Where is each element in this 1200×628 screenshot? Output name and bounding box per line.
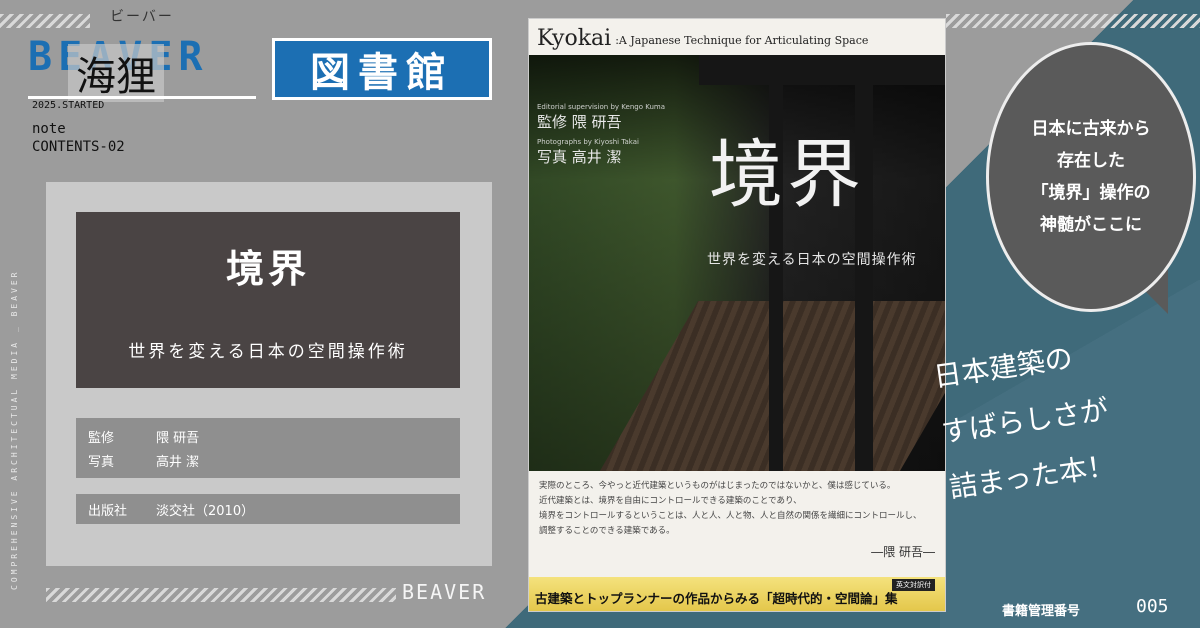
- bubble-line: 日本に古来から: [1031, 119, 1151, 139]
- title-box: 境界 世界を変える日本の空間操作術: [76, 212, 460, 388]
- quote-line: 調整することのできる建築である。: [539, 526, 675, 536]
- band-text: 古建築とトップランナーの作品からみる「超時代的・空間論」集: [535, 591, 898, 606]
- credit-value: 高井 潔: [156, 454, 200, 470]
- credits-table: 監修 隈 研吾 写真 高井 潔: [76, 418, 460, 478]
- logo-kanji: 海狸: [68, 44, 164, 102]
- band-tag: 英文対訳付: [892, 579, 935, 591]
- note-block: note CONTENTS-02: [32, 120, 125, 156]
- credit-label: 監修: [88, 430, 115, 446]
- credit-value: 隈 研吾: [156, 430, 200, 446]
- bubble-line: 神髄がここに: [1040, 215, 1142, 235]
- quote-line: 実際のところ、今やっと近代建築というものがはじまったのではないかと、僕は感じてい…: [539, 481, 896, 491]
- management-label: 書籍管理番号: [1002, 604, 1081, 619]
- stripe-decoration-top-left: [0, 14, 90, 28]
- credit-label: 写真: [88, 454, 115, 470]
- note-label: note: [32, 121, 66, 137]
- stripe-decoration-top-right: [946, 14, 1200, 28]
- bubble-text: 日本に古来から 存在した 「境界」操作の 神髄がここに: [1032, 113, 1151, 241]
- cover-quote: 実際のところ、今やっと近代建築というものがはじまったのではないかと、僕は感じてい…: [529, 471, 945, 547]
- book-subtitle: 世界を変える日本の空間操作術: [128, 342, 408, 362]
- quote-line: 境界をコントロールするということは、人と人、人と物、人と自然の関係を繊細にコント…: [539, 511, 922, 521]
- cover-title-latin: Kyokai: [537, 26, 612, 51]
- cover-obi-band: 英文対訳付 古建築とトップランナーの作品からみる「超時代的・空間論」集: [529, 577, 945, 611]
- publisher-row: 出版社 淡交社（2010）: [76, 494, 460, 524]
- cover-big-subtitle: 世界を変える日本の空間操作術: [707, 252, 917, 268]
- cover-photo: Editorial supervision by Kengo Kuma 監修 隈…: [529, 55, 945, 471]
- book-title: 境界: [225, 247, 310, 291]
- credit-row: 写真 高井 潔: [76, 448, 460, 472]
- logo-underline: [28, 96, 256, 99]
- footer-brand: BEAVER: [402, 580, 487, 604]
- logo-kana: ビーバー: [110, 9, 174, 25]
- library-label: 図書館: [310, 50, 454, 96]
- vertical-caption: COMPREHENSIVE ARCHITECTUAL MEDIA _ BEAVE…: [10, 269, 19, 590]
- quote-signature: ―隈 研吾―: [871, 545, 935, 559]
- supervision-jp: 監修 隈 研吾: [537, 113, 622, 131]
- speech-bubble: 日本に古来から 存在した 「境界」操作の 神髄がここに: [986, 42, 1196, 312]
- photos-en: Photographs by Kiyoshi Takai: [537, 138, 639, 146]
- contents-label: CONTENTS-02: [32, 139, 125, 155]
- credit-row: 監修 隈 研吾: [76, 424, 460, 448]
- cover-title-english: :A Japanese Technique for Articulating S…: [615, 34, 869, 47]
- cover-header: Kyokai :A Japanese Technique for Articul…: [529, 19, 945, 55]
- cover-credits: Editorial supervision by Kengo Kuma 監修 隈…: [537, 103, 665, 173]
- management-number: 005: [1136, 596, 1169, 617]
- photos-jp: 写真 高井 潔: [537, 148, 622, 166]
- quote-line: 近代建築とは、境界を自由にコントロールできる建築のことであり、: [539, 496, 802, 506]
- book-info-panel: 境界 世界を変える日本の空間操作術 監修 隈 研吾 写真 高井 潔 出版社 淡交…: [46, 182, 492, 566]
- cover-big-title: 境界: [709, 132, 865, 218]
- book-cover: Kyokai :A Japanese Technique for Articul…: [528, 18, 946, 612]
- started-year: 2025.STARTED: [32, 100, 105, 111]
- bubble-line: 「境界」操作の: [1031, 183, 1151, 203]
- publisher-label: 出版社: [88, 503, 128, 519]
- supervision-en: Editorial supervision by Kengo Kuma: [537, 103, 665, 111]
- bubble-line: 存在した: [1057, 151, 1125, 171]
- stripe-decoration-bottom-left: [46, 588, 396, 602]
- library-badge: 図書館: [272, 38, 492, 100]
- lintel: [699, 55, 945, 85]
- publisher-value: 淡交社（2010）: [156, 503, 255, 519]
